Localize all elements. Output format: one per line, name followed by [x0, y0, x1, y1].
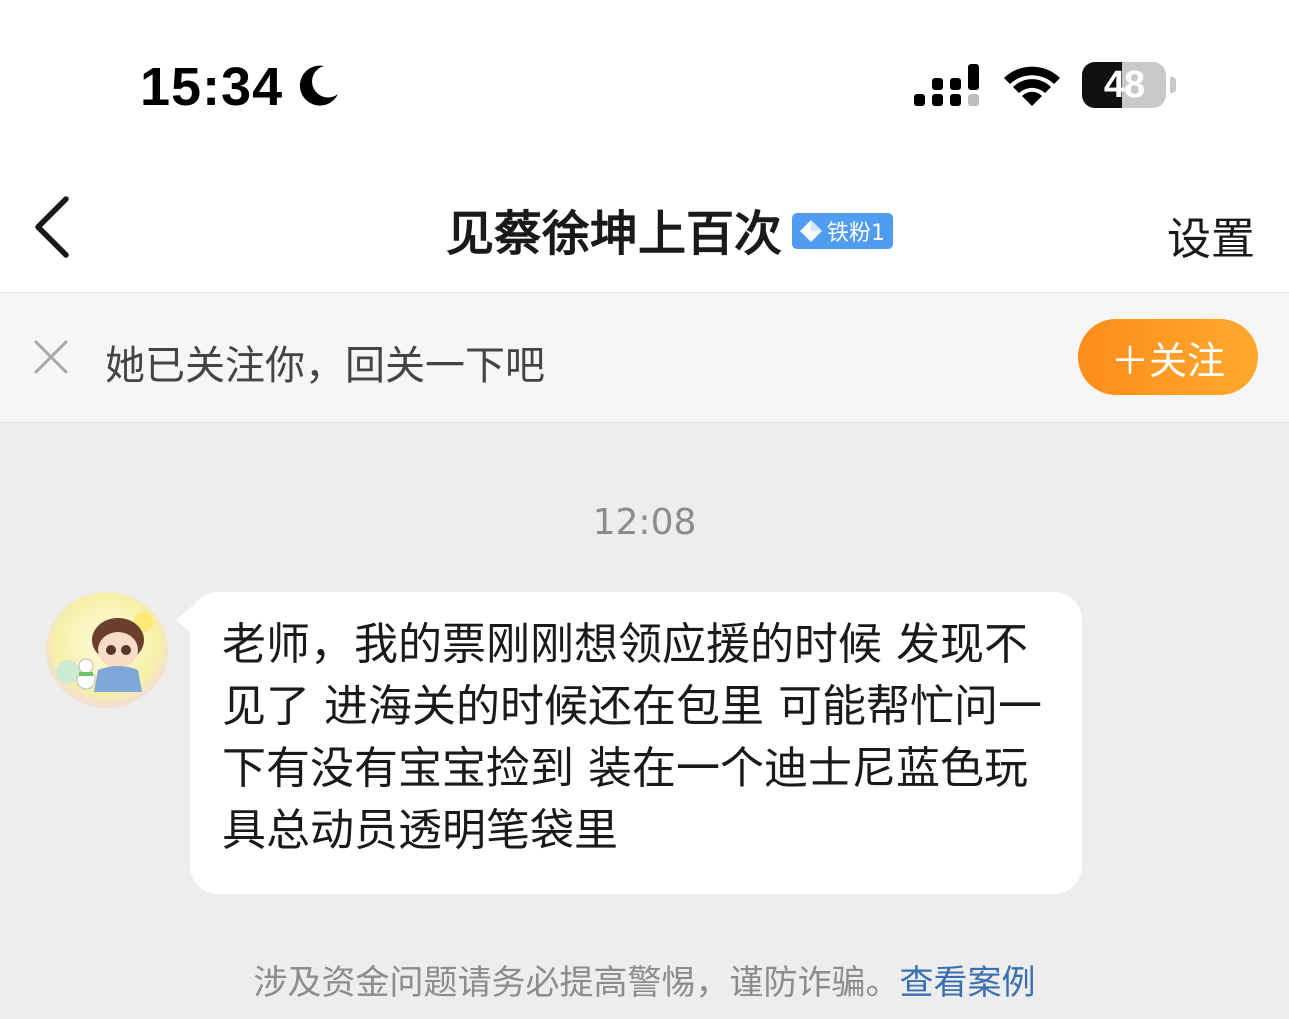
fan-level-badge[interactable]: 铁粉1 — [792, 212, 893, 249]
fan-badge-label: 铁粉1 — [827, 220, 885, 246]
status-bar: 15:34 48 — [0, 0, 1289, 165]
status-time: 15:34 — [140, 57, 284, 117]
battery-icon: 48 — [1082, 62, 1176, 108]
battery-level: 48 — [1103, 64, 1145, 106]
follow-button[interactable]: ＋关注 — [1078, 319, 1258, 395]
close-icon[interactable] — [32, 338, 70, 376]
follow-prompt-text: 她已关注你，回关一下吧 — [105, 343, 545, 389]
fraud-warning: 涉及资金问题请务必提高警惕，谨防诈骗。查看案例 — [0, 955, 1289, 1004]
settings-button[interactable]: 设置 — [1167, 203, 1255, 267]
moon-icon — [299, 65, 338, 106]
message-timestamp: 12:08 — [592, 502, 697, 543]
message-bubble[interactable]: 老师，我的票刚刚想领应援的时候 发现不见了 进海关的时候还在包里 可能帮忙问一下… — [190, 592, 1082, 894]
follow-banner: 她已关注你，回关一下吧 ＋关注 — [0, 293, 1289, 423]
avatar[interactable] — [46, 592, 168, 708]
message-text: 老师，我的票刚刚想领应援的时候 发现不见了 进海关的时候还在包里 可能帮忙问一下… — [222, 619, 1042, 856]
diamond-icon — [800, 219, 822, 242]
wifi-icon — [1004, 66, 1060, 106]
view-cases-link[interactable]: 查看案例 — [900, 963, 1036, 1003]
conversation-title: 见蔡徐坤上百次 — [445, 205, 782, 262]
fraud-warning-text: 涉及资金问题请务必提高警惕，谨防诈骗。 — [253, 963, 900, 1003]
cellular-signal-icon — [914, 64, 979, 106]
nav-bar: 见蔡徐坤上百次 铁粉1 设置 — [0, 165, 1289, 293]
